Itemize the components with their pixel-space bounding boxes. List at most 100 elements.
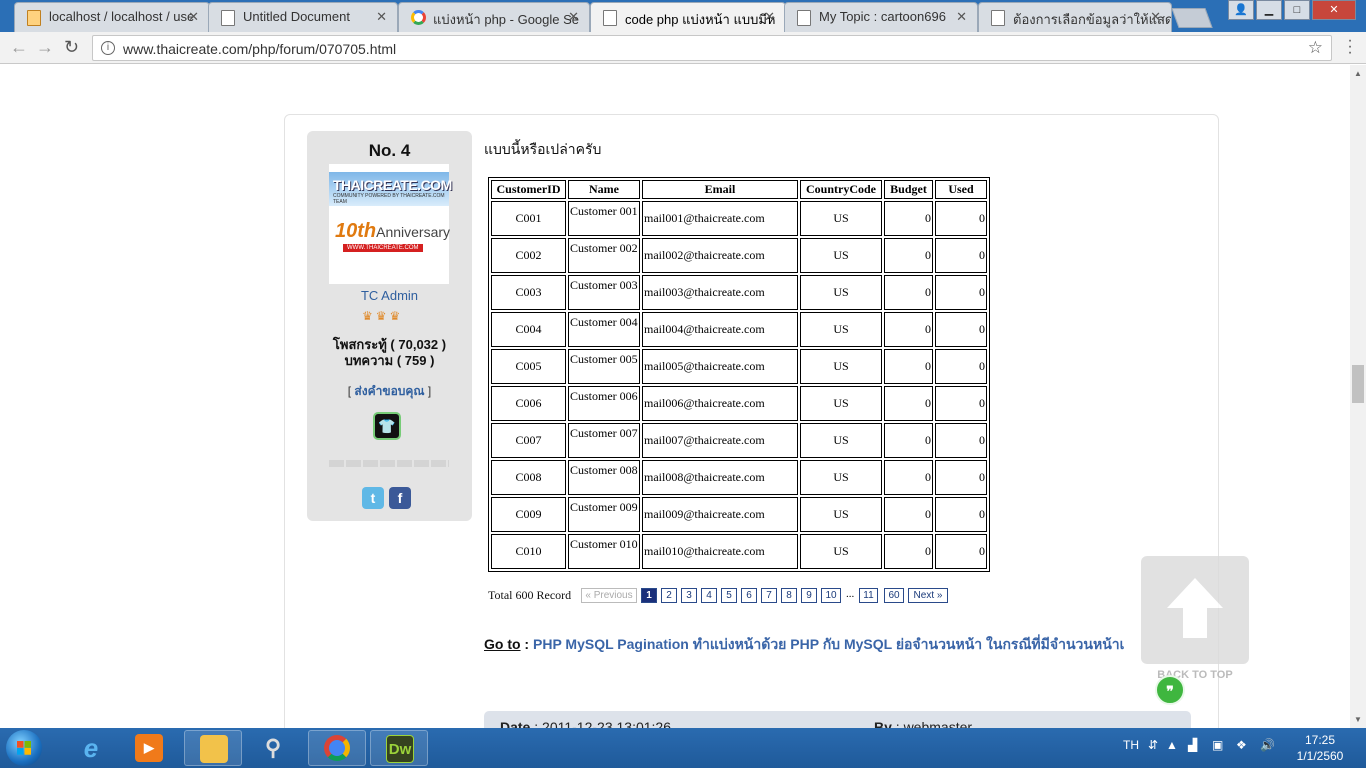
cell-used: 0 (935, 238, 987, 273)
bookmark-star-icon[interactable]: ☆ (1308, 38, 1323, 58)
table-row: C010 Customer 010 mail010@thaicreate.com US… (491, 534, 987, 569)
window-close-icon[interactable]: ✕ (1312, 0, 1356, 20)
page-3-button[interactable]: 3 (681, 588, 697, 603)
device-icon[interactable]: ▣ (1212, 738, 1223, 752)
minimize-icon[interactable]: ▁ (1256, 0, 1282, 20)
info-icon[interactable]: i (101, 41, 115, 55)
page-scrollbar[interactable]: ▲ ▼ (1350, 65, 1366, 728)
cell-budget: 0 (884, 423, 933, 458)
tab-phpmyadmin[interactable]: localhost / localhost / use ✕ (14, 2, 210, 32)
cell-customer-id: C009 (491, 497, 566, 532)
cell-name: Customer 004 (568, 312, 640, 347)
author-name-link[interactable]: TC Admin (307, 288, 472, 303)
table-row: C004 Customer 004 mail004@thaicreate.com US… (491, 312, 987, 347)
close-icon[interactable]: ✕ (1150, 9, 1161, 25)
phpmyadmin-icon (27, 10, 41, 26)
scroll-up-icon[interactable]: ▲ (1354, 69, 1362, 78)
cell-email: mail010@thaicreate.com (642, 534, 798, 569)
back-to-top-button[interactable] (1141, 556, 1249, 664)
cell-customer-id: C004 (491, 312, 566, 347)
page-8-button[interactable]: 8 (781, 588, 797, 603)
tshirt-icon[interactable]: 👕 (373, 412, 401, 440)
cell-customer-id: C005 (491, 349, 566, 384)
page-5-button[interactable]: 5 (721, 588, 737, 603)
thaicreate-logo: THAICREATE.COM COMMUNITY POWERED BY THAI… (329, 164, 452, 284)
language-indicator[interactable]: TH (1123, 738, 1139, 752)
cell-country-code: US (800, 201, 882, 236)
cell-name: Customer 008 (568, 460, 640, 495)
taskbar-chrome[interactable] (308, 730, 366, 766)
browser-menu-icon[interactable]: · · · (1345, 33, 1355, 61)
close-icon[interactable]: ✕ (188, 9, 199, 25)
taskbar-tool[interactable]: ⚲ (244, 730, 302, 766)
page-4-button[interactable]: 4 (701, 588, 717, 603)
taskbar-media-player[interactable]: ▶ (120, 730, 178, 766)
new-tab-button[interactable] (1171, 8, 1213, 28)
page-9-button[interactable]: 9 (801, 588, 817, 603)
page-2-button[interactable]: 2 (661, 588, 677, 603)
url-text[interactable]: www.thaicreate.com/php/forum/070705.html (123, 41, 396, 57)
taskbar-ie[interactable]: e (62, 730, 120, 766)
cell-budget: 0 (884, 497, 933, 532)
scroll-down-icon[interactable]: ▼ (1354, 715, 1362, 724)
system-clock[interactable]: 17:25 1/1/2560 (1290, 732, 1350, 764)
page-6-button[interactable]: 6 (741, 588, 757, 603)
cell-customer-id: C003 (491, 275, 566, 310)
taskbar-dreamweaver[interactable]: Dw (370, 730, 428, 766)
forward-arrow-icon[interactable]: → (36, 37, 54, 58)
tab-my-topic[interactable]: My Topic : cartoon696 ✕ (784, 2, 978, 32)
volume-icon[interactable]: 🔊 (1260, 738, 1275, 752)
tab-google-search[interactable]: แบ่งหน้า php - Google Se ✕ (398, 2, 590, 32)
post-date: : 2011-12-23 13:01:26 (530, 719, 671, 728)
document-icon (991, 10, 1005, 26)
close-icon[interactable]: ✕ (956, 9, 967, 25)
tab-select-data[interactable]: ต้องการเลือกข้อมูลว่าให้แสดง ✕ (978, 2, 1172, 32)
page-11-button[interactable]: 11 (859, 588, 878, 603)
cell-name: Customer 002 (568, 238, 640, 273)
page-1-button[interactable]: 1 (641, 588, 657, 603)
close-icon[interactable]: ✕ (568, 9, 579, 25)
page-7-button[interactable]: 7 (761, 588, 777, 603)
internet-explorer-icon: e (83, 733, 99, 763)
back-arrow-icon[interactable]: ← (10, 37, 28, 58)
maximize-icon[interactable]: □ (1284, 0, 1310, 20)
document-icon (797, 10, 811, 26)
facebook-icon[interactable]: f (389, 487, 411, 509)
scroll-thumb[interactable] (1352, 365, 1364, 403)
goto-link[interactable]: PHP MySQL Pagination ทำแบ่งหน้าด้วย PHP … (533, 636, 1124, 652)
address-bar[interactable]: i www.thaicreate.com/php/forum/070705.ht… (92, 35, 1332, 61)
tab-code-php-active[interactable]: code php แบ่งหน้า แบบมีห ✕ (590, 2, 786, 32)
page-viewport: No. 4 THAICREATE.COM COMMUNITY POWERED B… (0, 65, 1350, 728)
close-icon[interactable]: ✕ (764, 9, 775, 25)
arrow-up-icon[interactable]: ▲ (1166, 738, 1178, 752)
user-icon[interactable]: 👤 (1228, 0, 1254, 20)
taskbar-explorer[interactable] (184, 730, 242, 766)
table-row: C006 Customer 006 mail006@thaicreate.com US… (491, 386, 987, 421)
start-button[interactable] (6, 730, 42, 766)
page-10-button[interactable]: 10 (821, 588, 841, 603)
document-icon (603, 10, 617, 26)
cell-email: mail009@thaicreate.com (642, 497, 798, 532)
chat-bubble-icon[interactable]: ❞ (1155, 675, 1185, 705)
twitter-icon[interactable]: t (362, 487, 384, 509)
table-row: C001 Customer 001 mail001@thaicreate.com US… (491, 201, 987, 236)
cell-country-code: US (800, 497, 882, 532)
cell-budget: 0 (884, 312, 933, 347)
windows-taskbar: e ▶ ⚲ Dw TH ⇵ ▲ ▟ ▣ ❖ 🔊 17:25 1/1/2560 (0, 728, 1366, 768)
tab-untitled-document[interactable]: Untitled Document ✕ (208, 2, 398, 32)
back-to-top-label: BACK TO TOP (1157, 669, 1233, 681)
google-icon (411, 10, 426, 25)
signal-icon[interactable]: ▟ (1188, 738, 1197, 752)
col-country-code: CountryCode (800, 180, 882, 199)
cell-customer-id: C001 (491, 201, 566, 236)
send-thanks-link[interactable]: ส่งคำขอบคุณ (354, 384, 424, 398)
table-row: C009 Customer 009 mail009@thaicreate.com US… (491, 497, 987, 532)
next-button[interactable]: Next » (908, 588, 948, 603)
dropbox-icon[interactable]: ❖ (1236, 738, 1247, 752)
reload-icon[interactable]: ↻ (64, 37, 79, 58)
cell-country-code: US (800, 349, 882, 384)
cell-budget: 0 (884, 534, 933, 569)
page-60-button[interactable]: 60 (884, 588, 904, 603)
close-icon[interactable]: ✕ (376, 9, 387, 25)
keyboard-icon[interactable]: ⇵ (1148, 738, 1158, 752)
